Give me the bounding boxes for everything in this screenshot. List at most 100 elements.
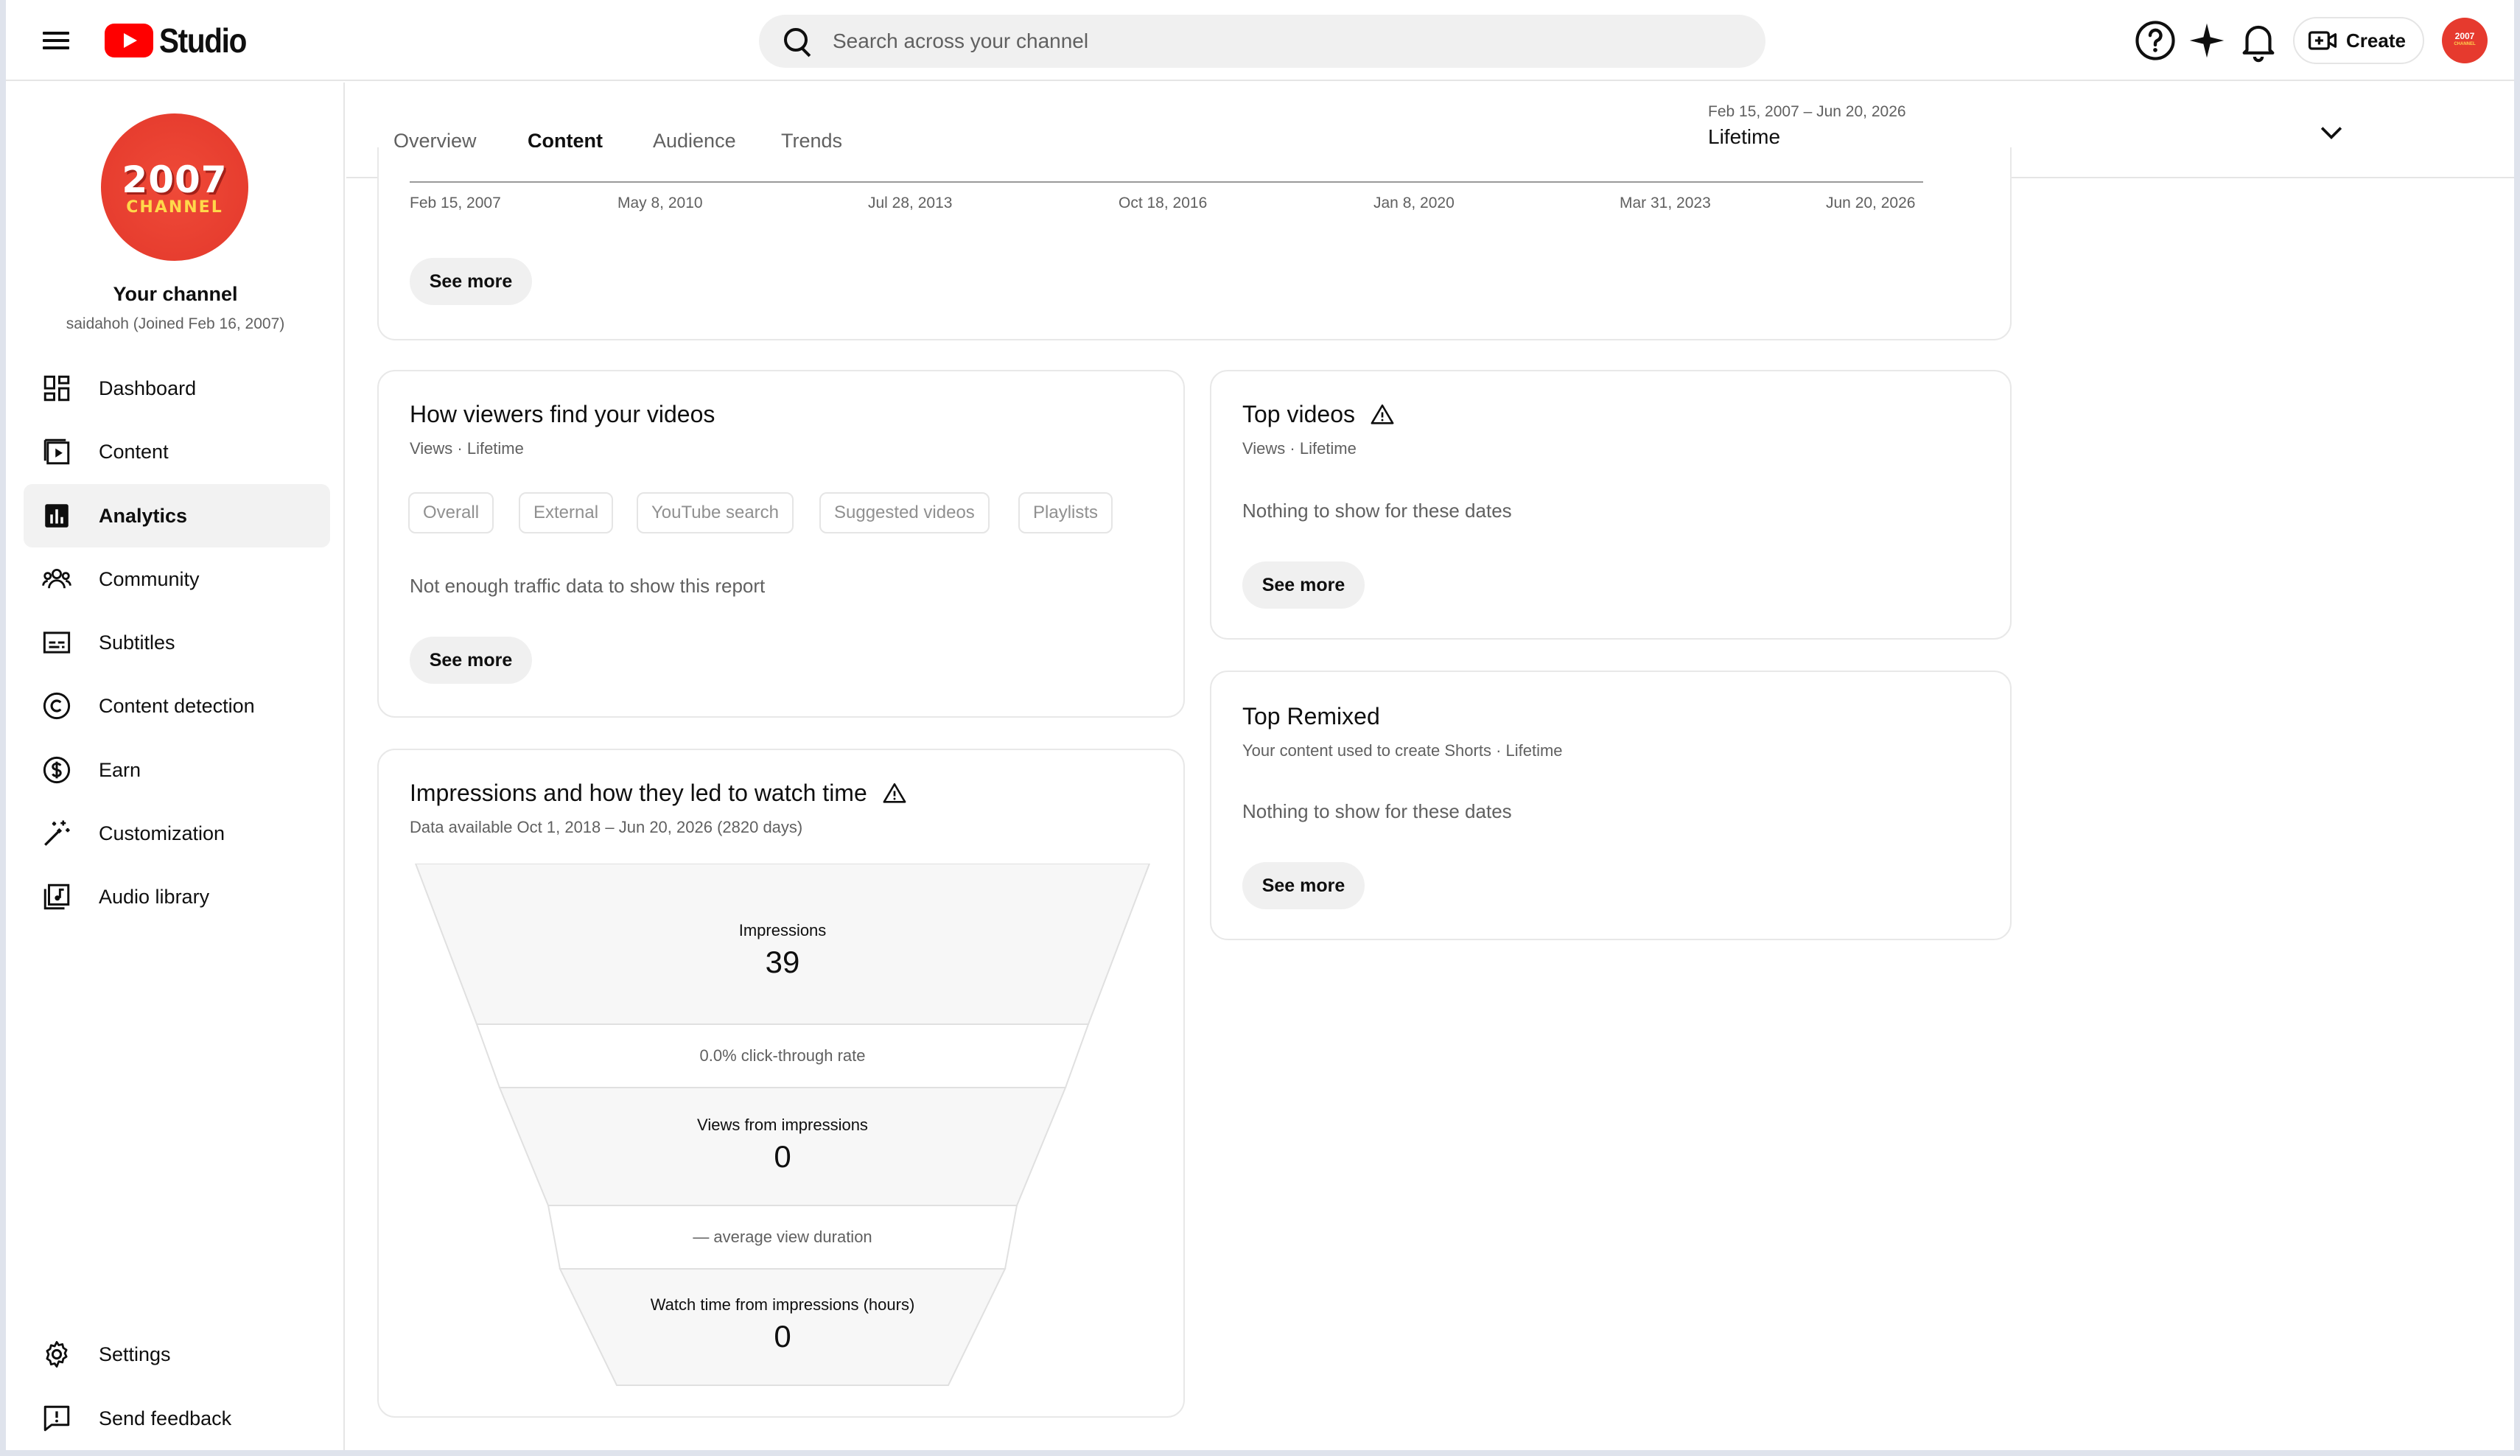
create-label: Create — [2346, 29, 2406, 52]
timeline-tick: Mar 31, 2023 — [1620, 195, 1711, 211]
card-subtitle: Your content used to create Shorts · Lif… — [1242, 741, 1563, 760]
search-icon[interactable] — [781, 25, 813, 57]
channel-title[interactable]: Your channel — [6, 283, 345, 306]
studio-logo[interactable]: Studio — [105, 21, 258, 60]
top-videos-card: Top videos Views · Lifetime Nothing to s… — [1210, 370, 2012, 640]
channel-avatar-word: CHANNEL — [126, 197, 223, 217]
impressions-value: 39 — [765, 945, 800, 979]
search-input[interactable] — [833, 29, 1717, 53]
top-remixed-see-more-button[interactable]: See more — [1242, 862, 1365, 909]
create-button[interactable]: Create — [2293, 17, 2424, 64]
top-videos-see-more-button[interactable]: See more — [1242, 561, 1365, 609]
analytics-icon — [45, 504, 69, 528]
card-title: Impressions and how they led to watch ti… — [410, 780, 867, 806]
timeline-tick: Jan 8, 2020 — [1373, 195, 1455, 211]
sidebar-item-earn[interactable]: Earn — [24, 738, 330, 802]
timeline-see-more-button[interactable]: See more — [410, 258, 532, 305]
views-label: Views from impressions — [697, 1116, 868, 1134]
watch-time-label: Watch time from impressions (hours) — [650, 1295, 915, 1314]
sidebar-item-settings[interactable]: Settings — [24, 1323, 330, 1386]
date-period-label[interactable]: Lifetime — [1708, 125, 1780, 149]
sidebar-item-label: Subtitles — [99, 631, 175, 654]
avg-duration-text: — average view duration — [693, 1228, 872, 1246]
sidebar-item-content-detection[interactable]: Content detection — [24, 674, 330, 738]
ctr-text: 0.0% click-through rate — [699, 1046, 866, 1065]
top-bar: Studio Create 2007 CHANNEL — [6, 0, 2514, 81]
copyright-icon — [43, 692, 71, 720]
filter-chip-suggested-videos[interactable]: Suggested videos — [819, 492, 990, 533]
sidebar-item-label: Audio library — [99, 885, 210, 908]
magic-wand-icon — [44, 820, 70, 846]
content-icon — [43, 438, 70, 465]
channel-avatar[interactable]: 2007 CHANNEL — [101, 113, 248, 261]
studio-window: Studio Create 2007 CHANNEL 2007 CHANNEL — [6, 0, 2514, 1450]
sidebar-item-customization[interactable]: Customization — [24, 802, 330, 865]
filter-chip-overall[interactable]: Overall — [408, 492, 494, 533]
bell-icon[interactable] — [2236, 18, 2281, 63]
card-subtitle: Data available Oct 1, 2018 – Jun 20, 202… — [410, 818, 803, 836]
watch-time-value: 0 — [774, 1319, 791, 1354]
video-add-icon — [2308, 31, 2337, 50]
community-icon — [42, 569, 71, 589]
traffic-sources-card: How viewers find your videos Views · Lif… — [377, 370, 1185, 718]
sidebar-item-dashboard[interactable]: Dashboard — [24, 357, 330, 420]
warning-icon[interactable] — [882, 781, 907, 806]
empty-message: Nothing to show for these dates — [1242, 500, 1512, 522]
chevron-down-icon[interactable] — [2315, 116, 2348, 149]
sidebar-item-label: Community — [99, 567, 200, 590]
card-title-row: Top videos — [1242, 401, 1395, 428]
timeline-tick: May 8, 2010 — [617, 195, 703, 211]
card-subtitle: Views · Lifetime — [410, 439, 524, 458]
avatar-subtext: CHANNEL — [2454, 42, 2476, 46]
sidebar-item-analytics[interactable]: Analytics — [24, 484, 330, 547]
sidebar-item-label: Content detection — [99, 694, 255, 717]
sidebar-item-content[interactable]: Content — [24, 420, 330, 483]
help-icon[interactable] — [2132, 18, 2178, 63]
sidebar-item-label: Content — [99, 440, 169, 463]
feedback-icon — [43, 1405, 70, 1432]
sidebar-item-subtitles[interactable]: Subtitles — [24, 611, 330, 674]
sidebar-item-audio-library[interactable]: Audio library — [24, 865, 330, 928]
channel-avatar-number: 2007 — [122, 158, 228, 201]
channel-handle: saidahoh (Joined Feb 16, 2007) — [66, 315, 285, 332]
sidebar-item-label: Earn — [99, 758, 141, 781]
avatar-text: 2007 — [2454, 31, 2475, 41]
views-value: 0 — [774, 1139, 791, 1174]
timeline-tick: Feb 15, 2007 — [410, 195, 501, 211]
logo-text: Studio — [159, 21, 247, 60]
timeline-tick: Jun 20, 2026 — [1826, 195, 1916, 211]
menu-icon[interactable] — [43, 27, 69, 54]
date-range-text[interactable]: Feb 15, 2007 – Jun 20, 2026 — [1708, 103, 1906, 121]
gear-icon — [46, 1340, 68, 1368]
sidebar-item-label: Customization — [99, 822, 225, 844]
sparkle-icon[interactable] — [2184, 18, 2230, 63]
sidebar-item-send-feedback[interactable]: Send feedback — [24, 1387, 330, 1450]
sidebar-item-label: Dashboard — [99, 377, 197, 399]
empty-message: Nothing to show for these dates — [1242, 800, 1512, 822]
traffic-see-more-button[interactable]: See more — [410, 637, 532, 684]
account-avatar[interactable]: 2007 CHANNEL — [2442, 18, 2488, 63]
timeline-tick: Jul 28, 2013 — [868, 195, 953, 211]
timeline-tick: Oct 18, 2016 — [1119, 195, 1208, 211]
sidebar-item-label: Analytics — [99, 504, 188, 527]
top-remixed-card: Top Remixed Your content used to create … — [1210, 671, 2012, 940]
subtitles-icon — [43, 631, 71, 654]
sidebar-item-community[interactable]: Community — [24, 547, 330, 611]
sidebar: 2007 CHANNEL Your channel saidahoh (Join… — [6, 83, 345, 1450]
warning-icon[interactable] — [1370, 402, 1395, 427]
impressions-funnel: Impressions 39 0.0% click-through rate V… — [414, 864, 1151, 1387]
filter-chip-playlists[interactable]: Playlists — [1018, 492, 1113, 533]
card-title: Top videos — [1242, 401, 1355, 427]
empty-message: Not enough traffic data to show this rep… — [410, 575, 766, 597]
card-title: Top Remixed — [1242, 703, 1380, 729]
dashboard-icon — [43, 375, 70, 402]
search-bar[interactable] — [759, 15, 1765, 68]
sidebar-item-label: Send feedback — [99, 1407, 232, 1429]
audio-library-icon — [43, 883, 70, 910]
filter-chip-youtube-search[interactable]: YouTube search — [637, 492, 794, 533]
dollar-icon — [43, 756, 71, 784]
youtube-play-icon — [105, 24, 153, 57]
card-subtitle: Views · Lifetime — [1242, 439, 1357, 458]
filter-chip-external[interactable]: External — [519, 492, 614, 533]
impressions-label: Impressions — [738, 921, 827, 939]
